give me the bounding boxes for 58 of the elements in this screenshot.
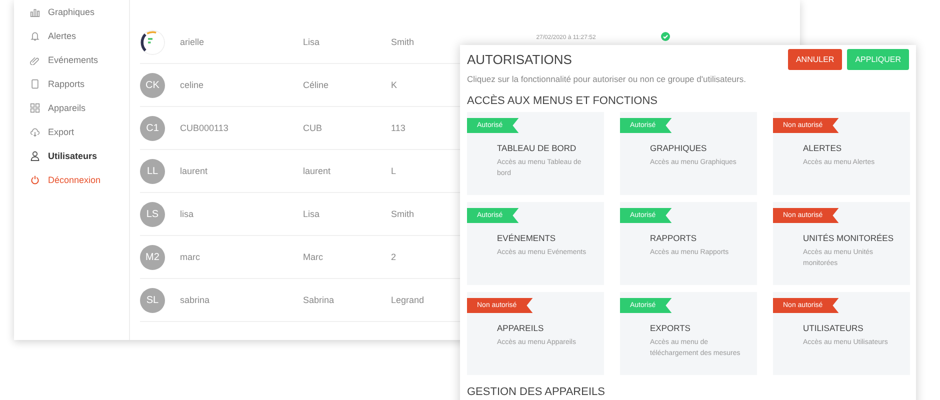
feature-name: GRAPHIQUES — [650, 143, 708, 153]
avatar-initials: LL — [140, 158, 165, 184]
dialog-title: AUTORISATIONS — [467, 52, 572, 67]
sidebar-item[interactable]: Export — [14, 120, 129, 144]
bar-chart-icon — [30, 7, 40, 17]
avatar-initials: LS — [140, 202, 165, 226]
first-name-cell-text: Céline — [303, 80, 330, 90]
grid-icon — [30, 103, 40, 113]
username-cell-text: CUB000113 — [180, 123, 230, 133]
last-name-cell-text: K — [391, 80, 398, 90]
first-name-cell-text: Marc — [303, 252, 324, 262]
feature-name: EXPORTS — [650, 323, 692, 333]
avatar-initials: SL — [140, 288, 165, 312]
first-name-cell-text: Sabrina — [303, 295, 336, 305]
first-name-cell-text: Lisa — [303, 37, 321, 47]
sidebar-item[interactable]: Rapports — [14, 72, 129, 96]
first-name-cell-text: laurent — [303, 166, 332, 176]
feature-name: ALERTES — [803, 143, 843, 153]
paperclip-icon — [30, 55, 40, 65]
cancel-button[interactable]: ANNULER — [788, 49, 842, 70]
sidebar-item[interactable]: Graphiques — [14, 0, 129, 24]
last-name-cell-text: 113 — [391, 123, 406, 133]
sidebar-item[interactable]: Utilisateurs — [14, 144, 129, 168]
first-name-cell-text: CUB — [303, 123, 324, 133]
sidebar-item[interactable]: Alertes — [14, 24, 129, 48]
avatar-initials: C1 — [140, 116, 165, 140]
feature-name: RAPPORTS — [650, 233, 698, 243]
username-cell-text: arielle — [180, 37, 206, 47]
username-cell-text: laurent — [180, 166, 209, 176]
cloud-icon — [30, 127, 40, 137]
sidebar-item[interactable]: Appareils — [14, 96, 129, 120]
last-name-cell-text: L — [391, 166, 398, 176]
feature-name: EVÉNEMENTS — [497, 233, 557, 243]
first-name-cell-text: Lisa — [303, 209, 321, 219]
feature-name: UNITÉS MONITORÉES — [803, 233, 895, 243]
section-heading: ACCÈS AUX MENUS ET FONCTIONS — [467, 95, 658, 107]
sidebar-item[interactable]: Evénements — [14, 48, 129, 72]
last-name-cell-text: Legrand — [391, 295, 426, 305]
avatar-image — [140, 30, 165, 54]
username-cell-text: lisa — [180, 209, 195, 219]
username-cell-text: marc — [180, 252, 201, 262]
section-heading: GESTION DES APPAREILS — [467, 386, 606, 398]
username-cell-text: sabrina — [180, 295, 211, 305]
last-name-cell-text: Smith — [391, 37, 416, 47]
sidebar-item[interactable]: Déconnexion — [14, 168, 129, 192]
power-icon — [30, 175, 40, 185]
last-name-cell-text: 2 — [391, 252, 398, 262]
bell-icon — [30, 31, 40, 41]
avatar-initials: M2 — [140, 244, 165, 270]
dialog-hint: Cliquez sur la fonctionnalité pour autoriser ou non ce groupe d'utilisateurs. — [467, 74, 747, 84]
feature-name: TABLEAU DE BORD — [497, 143, 578, 153]
user-icon — [30, 151, 40, 161]
document-icon — [30, 79, 40, 89]
username-cell-text: celine — [180, 80, 205, 90]
feature-name: UTILISATEURS — [803, 323, 864, 333]
avatar-initials: CK — [140, 72, 165, 98]
last-name-cell-text: Smith — [391, 209, 416, 219]
feature-name: APPAREILS — [497, 323, 545, 333]
